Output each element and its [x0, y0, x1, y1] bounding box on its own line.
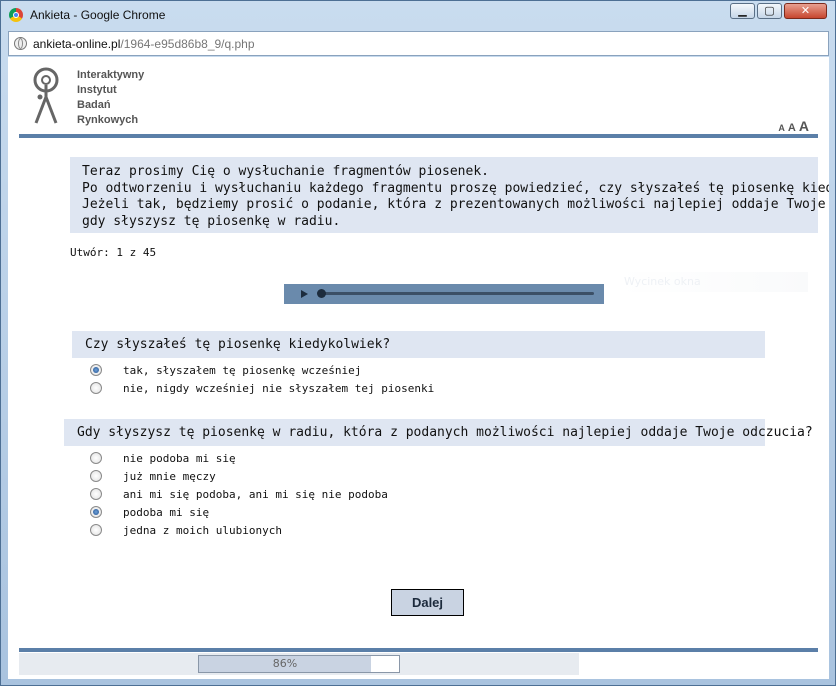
- option-label: nie podoba mi się: [123, 452, 236, 465]
- minimize-button[interactable]: ▁: [730, 3, 755, 19]
- intro-line: Po odtworzeniu i wysłuchaniu każdego fra…: [82, 180, 829, 196]
- radio-button[interactable]: [90, 470, 102, 482]
- radio-button[interactable]: [90, 382, 102, 394]
- question-1-header: Czy słyszałeś tę piosenkę kiedykolwiek?: [72, 331, 765, 358]
- play-icon[interactable]: [301, 290, 308, 298]
- option-label: tak, słyszałem tę piosenkę wcześniej: [123, 364, 362, 377]
- header-divider: [19, 134, 818, 138]
- track-counter: Utwór: 1 z 45: [70, 246, 157, 259]
- option-label: już mnie męczy: [123, 470, 216, 483]
- institute-name-line: Badań: [77, 99, 111, 111]
- chrome-icon: [9, 8, 23, 22]
- intro-box: Teraz prosimy Cię o wysłuchanie fragment…: [70, 157, 829, 233]
- option-label: ani mi się podoba, ani mi się nie podoba: [123, 488, 388, 501]
- progress-bar: 86%: [198, 655, 400, 673]
- institute-name: Interaktywny Instytut Badań Rynkowych: [77, 68, 144, 128]
- next-button[interactable]: Dalej: [391, 589, 464, 616]
- question-1-text: Czy słyszałeś tę piosenkę kiedykolwiek?: [85, 337, 391, 352]
- snipping-overlay-text: Wycinek okna: [618, 272, 808, 292]
- close-button[interactable]: ✕: [784, 3, 827, 19]
- intro-line: Jeżeli tak, będziemy prosić o podanie, k…: [82, 197, 829, 212]
- maximize-button[interactable]: ▢: [757, 3, 782, 19]
- url-text: ankieta-online.pl/1964-e95d86b8_9/q.php: [33, 37, 255, 51]
- audio-player: [284, 284, 604, 304]
- url-path: /1964-e95d86b8_9/q.php: [120, 37, 255, 51]
- institute-name-line: Interaktywny: [77, 69, 145, 81]
- globe-icon: [14, 37, 27, 50]
- seek-handle[interactable]: [317, 289, 326, 298]
- radio-button[interactable]: [90, 524, 102, 536]
- institute-logo-icon: [33, 67, 59, 124]
- radio-button[interactable]: [90, 506, 102, 518]
- institute-name-line: Rynkowych: [77, 114, 139, 126]
- footer-divider: [19, 648, 818, 652]
- url-host: ankieta-online.pl: [33, 37, 121, 51]
- font-size-large-button[interactable]: A: [799, 118, 809, 134]
- window-title: Ankieta - Google Chrome: [30, 8, 166, 22]
- font-size-medium-button[interactable]: A: [788, 122, 796, 134]
- progress-label: 86%: [272, 657, 298, 670]
- intro-line: gdy słyszysz tę piosenkę w radiu.: [82, 213, 341, 229]
- option-label: jedna z moich ulubionych: [123, 524, 282, 537]
- survey-page: Interaktywny Instytut Badań Rynkowych AA…: [8, 57, 829, 679]
- radio-button[interactable]: [90, 452, 102, 464]
- intro-line: Teraz prosimy Cię o wysłuchanie fragment…: [82, 164, 489, 179]
- option-label: nie, nigdy wcześniej nie słyszałem tej p…: [123, 382, 435, 395]
- question-2-header: Gdy słyszysz tę piosenkę w radiu, która …: [64, 419, 813, 446]
- option-label: podoba mi się: [123, 506, 210, 519]
- institute-name-line: Instytut: [77, 84, 117, 96]
- title-bar[interactable]: Ankieta - Google Chrome ▁ ▢ ✕: [1, 1, 835, 29]
- seek-track[interactable]: [318, 292, 594, 295]
- progress-area: 86%: [19, 653, 579, 675]
- question-2-text: Gdy słyszysz tę piosenkę w radiu, która …: [77, 425, 813, 440]
- font-size-small-button[interactable]: A: [778, 123, 785, 133]
- radio-button[interactable]: [90, 488, 102, 500]
- browser-window: Ankieta - Google Chrome ▁ ▢ ✕ ankieta-on…: [0, 0, 836, 686]
- radio-button[interactable]: [90, 364, 102, 376]
- address-bar[interactable]: ankieta-online.pl/1964-e95d86b8_9/q.php: [8, 31, 829, 56]
